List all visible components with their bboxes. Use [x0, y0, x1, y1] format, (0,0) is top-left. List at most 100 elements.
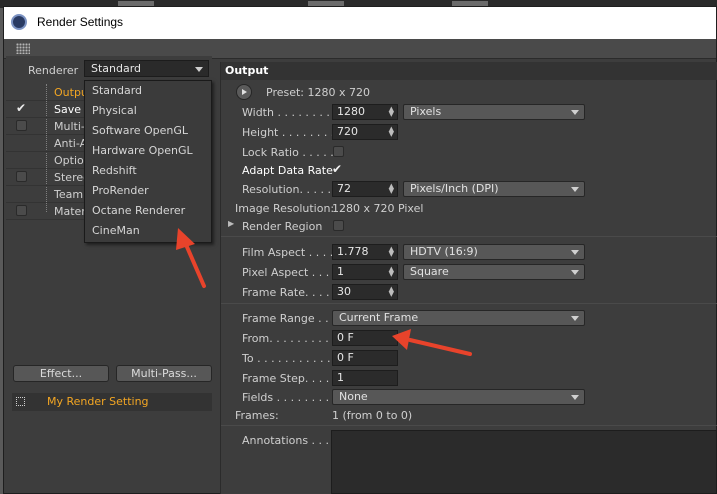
- frame-step-field[interactable]: 1: [332, 370, 398, 386]
- width-unit-value: Pixels: [410, 105, 442, 118]
- render-region-label: Render Region: [242, 220, 323, 233]
- adapt-data-rate-checkmark-icon[interactable]: ✔: [332, 162, 342, 176]
- preset-play-icon[interactable]: [236, 84, 252, 100]
- pixel-aspect-label: Pixel Aspect . . . .: [242, 266, 337, 279]
- resolution-label: Resolution. . . . .: [242, 183, 331, 196]
- frames-value: 1 (from 0 to 0): [332, 409, 413, 422]
- height-field[interactable]: 720 ▲ ▼: [332, 124, 398, 140]
- adapt-data-rate-label: Adapt Data Rate: [242, 164, 333, 177]
- spinner-icon[interactable]: ▲ ▼: [389, 266, 394, 278]
- lock-ratio-label: Lock Ratio . . . . .: [242, 146, 334, 159]
- fields-select[interactable]: None: [332, 389, 585, 405]
- render-setting-item[interactable]: My Render Setting: [12, 393, 212, 411]
- chevron-down-icon: [195, 67, 203, 72]
- film-aspect-value: 1.778: [337, 245, 369, 258]
- frame-rate-field[interactable]: 30 ▲ ▼: [332, 284, 398, 300]
- tree-item-label: Anti-A: [54, 137, 88, 150]
- renderer-select-value: Standard: [91, 62, 142, 75]
- lock-ratio-checkbox[interactable]: [333, 146, 344, 157]
- grip-icon[interactable]: [16, 43, 30, 54]
- film-aspect-field[interactable]: 1.778 ▲ ▼: [332, 244, 398, 260]
- expand-arrow-icon[interactable]: ▶: [228, 219, 234, 228]
- pixel-aspect-preset: Square: [410, 265, 449, 278]
- tree-item-label: Save: [54, 103, 82, 116]
- menu-item-prorender[interactable]: ProRender: [85, 181, 211, 201]
- frame-range-select[interactable]: Current Frame: [332, 310, 585, 326]
- checkbox[interactable]: [16, 120, 27, 131]
- menu-item-hardware-opengl[interactable]: Hardware OpenGL: [85, 141, 211, 161]
- menu-item-redshift[interactable]: Redshift: [85, 161, 211, 181]
- spinner-icon[interactable]: ▲ ▼: [389, 126, 394, 138]
- chevron-down-icon: [571, 395, 579, 400]
- section-divider: [221, 236, 717, 237]
- image-resolution-label: Image Resolution:: [235, 202, 335, 215]
- section-divider: [221, 303, 717, 304]
- preset-label: Preset: 1280 x 720: [266, 86, 370, 99]
- renderer-dropdown-menu: Standard Physical Software OpenGL Hardwa…: [84, 80, 212, 243]
- chevron-down-icon: [571, 316, 579, 321]
- render-region-checkbox[interactable]: [333, 220, 344, 231]
- chevron-down-icon: [571, 270, 579, 275]
- resolution-unit-select[interactable]: Pixels/Inch (DPI): [403, 181, 585, 197]
- menu-item-standard[interactable]: Standard: [85, 81, 211, 101]
- menu-item-physical[interactable]: Physical: [85, 101, 211, 121]
- frame-step-label: Frame Step. . . . .: [242, 372, 337, 385]
- pixel-aspect-field[interactable]: 1 ▲ ▼: [332, 264, 398, 280]
- spinner-icon[interactable]: ▲ ▼: [389, 246, 394, 258]
- checkmark-icon[interactable]: ✔: [16, 101, 26, 115]
- menu-item-cineman[interactable]: CineMan: [85, 221, 211, 241]
- menu-item-octane-renderer[interactable]: Octane Renderer: [85, 201, 211, 221]
- renderer-label: Renderer: [28, 64, 79, 77]
- width-label: Width . . . . . . . . .: [242, 106, 337, 119]
- film-aspect-preset: HDTV (16:9): [410, 245, 478, 258]
- width-value: 1280: [337, 105, 365, 118]
- checkbox[interactable]: [16, 205, 27, 216]
- section-divider: [221, 425, 717, 426]
- annotations-label: Annotations . . .: [242, 434, 330, 447]
- pixel-aspect-select[interactable]: Square: [403, 264, 585, 280]
- spinner-icon[interactable]: ▲ ▼: [389, 286, 394, 298]
- chevron-down-icon: [571, 250, 579, 255]
- target-icon: [16, 397, 25, 406]
- frame-range-label: Frame Range . . .: [242, 312, 336, 325]
- frame-range-value: Current Frame: [339, 311, 419, 324]
- height-value: 720: [337, 125, 358, 138]
- from-value: 0 F: [337, 331, 354, 344]
- film-aspect-label: Film Aspect . . . .: [242, 246, 334, 259]
- image-resolution-value: 1280 x 720 Pixel: [332, 202, 424, 215]
- render-setting-name: My Render Setting: [47, 395, 149, 408]
- film-aspect-select[interactable]: HDTV (16:9): [403, 244, 585, 260]
- checkbox[interactable]: [16, 171, 27, 182]
- window-title: Render Settings: [37, 15, 124, 29]
- resolution-unit-value: Pixels/Inch (DPI): [410, 182, 499, 195]
- width-field[interactable]: 1280 ▲ ▼: [332, 104, 398, 120]
- from-label: From. . . . . . . . . .: [242, 332, 336, 345]
- renderer-select[interactable]: Standard: [84, 60, 209, 77]
- output-panel: Output Preset: 1280 x 720 Width . . . . …: [220, 62, 717, 494]
- section-title: Output: [221, 62, 717, 80]
- annotations-textarea[interactable]: [331, 430, 717, 494]
- fields-label: Fields . . . . . . . . .: [242, 391, 337, 404]
- width-unit-select[interactable]: Pixels: [403, 104, 585, 120]
- spinner-icon[interactable]: ▲ ▼: [389, 183, 394, 195]
- menu-item-software-opengl[interactable]: Software OpenGL: [85, 121, 211, 141]
- pixel-aspect-value: 1: [337, 265, 344, 278]
- spinner-icon[interactable]: ▲ ▼: [389, 106, 394, 118]
- cinema4d-app-icon: [11, 14, 27, 30]
- frames-label: Frames:: [235, 409, 279, 422]
- resolution-field[interactable]: 72 ▲ ▼: [332, 181, 398, 197]
- tree-item-label: Multi-: [54, 120, 85, 133]
- chevron-down-icon: [571, 110, 579, 115]
- fields-value: None: [339, 390, 368, 403]
- height-label: Height . . . . . . . .: [242, 126, 335, 139]
- tree-item-label: Team: [54, 188, 84, 201]
- multi-pass-button[interactable]: Multi-Pass...: [116, 365, 212, 382]
- frame-rate-label: Frame Rate. . . . .: [242, 286, 337, 299]
- resolution-value: 72: [337, 182, 351, 195]
- to-field[interactable]: 0 F: [332, 350, 398, 366]
- effect-button[interactable]: Effect...: [13, 365, 109, 382]
- from-field[interactable]: 0 F: [332, 330, 398, 346]
- to-label: To . . . . . . . . . . . .: [242, 352, 338, 365]
- chevron-down-icon: [571, 187, 579, 192]
- title-bar[interactable]: Render Settings: [4, 7, 716, 39]
